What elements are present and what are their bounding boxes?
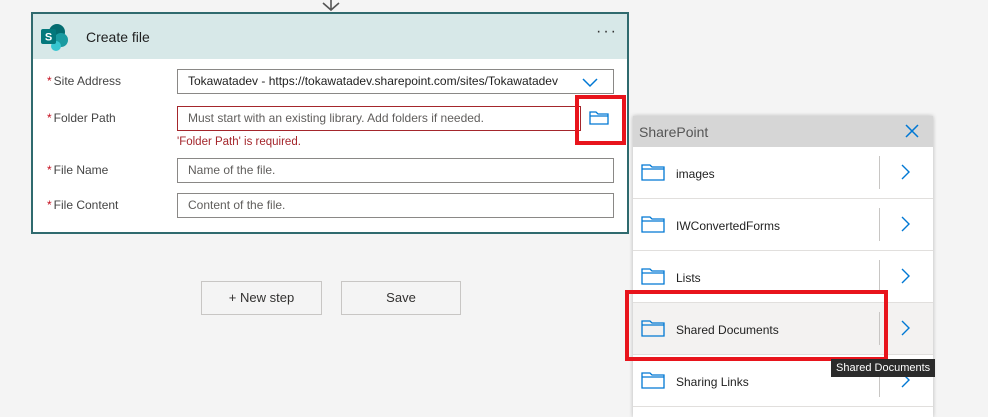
chevron-right-icon[interactable]	[900, 216, 910, 232]
file-content-label-text: File Content	[53, 198, 119, 212]
required-marker: *	[47, 111, 52, 125]
site-address-label-text: Site Address	[53, 74, 122, 88]
picker-item-label: IWConvertedForms	[676, 219, 781, 233]
more-options-button[interactable]: ···	[596, 23, 618, 41]
picker-item-label: Lists	[676, 271, 701, 285]
picker-item-shared-documents[interactable]: Shared Documents	[633, 303, 933, 355]
picker-header: SharePoint	[633, 116, 933, 147]
picker-item-label: Shared Documents	[676, 323, 779, 337]
folder-path-input[interactable]: Must start with an existing library. Add…	[177, 106, 581, 131]
folder-icon	[641, 216, 665, 233]
site-address-label: * Site Address	[47, 74, 121, 88]
folder-path-label-text: Folder Path	[53, 111, 116, 125]
divider	[879, 312, 880, 345]
required-marker: *	[47, 74, 52, 88]
chevron-right-icon[interactable]	[900, 320, 910, 336]
file-name-input[interactable]: Name of the file.	[177, 158, 614, 183]
picker-item-label: images	[676, 167, 715, 181]
divider	[879, 260, 880, 293]
close-icon[interactable]	[905, 124, 919, 138]
picker-title: SharePoint	[639, 124, 709, 140]
file-content-input[interactable]: Content of the file.	[177, 193, 614, 218]
picker-item-iwconvertedforms[interactable]: IWConvertedForms	[633, 199, 933, 251]
card-title[interactable]: Create file	[86, 29, 150, 45]
flow-arrow-icon	[322, 0, 340, 12]
new-step-button[interactable]: + New step	[201, 281, 322, 315]
picker-item-label: Sharing Links	[676, 375, 749, 389]
divider	[879, 208, 880, 241]
folder-path-error: 'Folder Path' is required.	[177, 136, 301, 148]
folder-browse-icon[interactable]	[588, 110, 610, 126]
required-marker: *	[47, 163, 52, 177]
site-address-dropdown[interactable]: Tokawatadev - https://tokawatadev.sharep…	[177, 69, 614, 94]
chevron-down-icon[interactable]	[581, 76, 599, 88]
save-button[interactable]: Save	[341, 281, 461, 315]
tooltip: Shared Documents	[831, 359, 936, 377]
file-name-label: * File Name	[47, 163, 108, 177]
file-name-label-text: File Name	[53, 163, 109, 177]
file-name-placeholder: Name of the file.	[188, 163, 276, 177]
sharepoint-logo-icon: S	[41, 24, 68, 51]
folder-path-label: * Folder Path	[47, 111, 116, 125]
chevron-right-icon[interactable]	[900, 164, 910, 180]
site-address-value: Tokawatadev - https://tokawatadev.sharep…	[188, 74, 558, 88]
folder-path-placeholder: Must start with an existing library. Add…	[188, 111, 484, 125]
folder-icon	[641, 372, 665, 389]
folder-icon	[641, 164, 665, 181]
divider	[879, 156, 880, 189]
card-header[interactable]: S Create file ···	[33, 14, 627, 59]
folder-icon	[641, 320, 665, 337]
chevron-right-icon[interactable]	[900, 268, 910, 284]
svg-text:S: S	[45, 32, 52, 44]
file-content-placeholder: Content of the file.	[188, 198, 286, 212]
required-marker: *	[47, 198, 52, 212]
file-content-label: * File Content	[47, 198, 118, 212]
folder-icon	[641, 268, 665, 285]
picker-item-images[interactable]: images	[633, 147, 933, 199]
create-file-action-card: S Create file ··· * Site Address Tokawata…	[31, 12, 629, 234]
picker-item-lists[interactable]: Lists	[633, 251, 933, 303]
